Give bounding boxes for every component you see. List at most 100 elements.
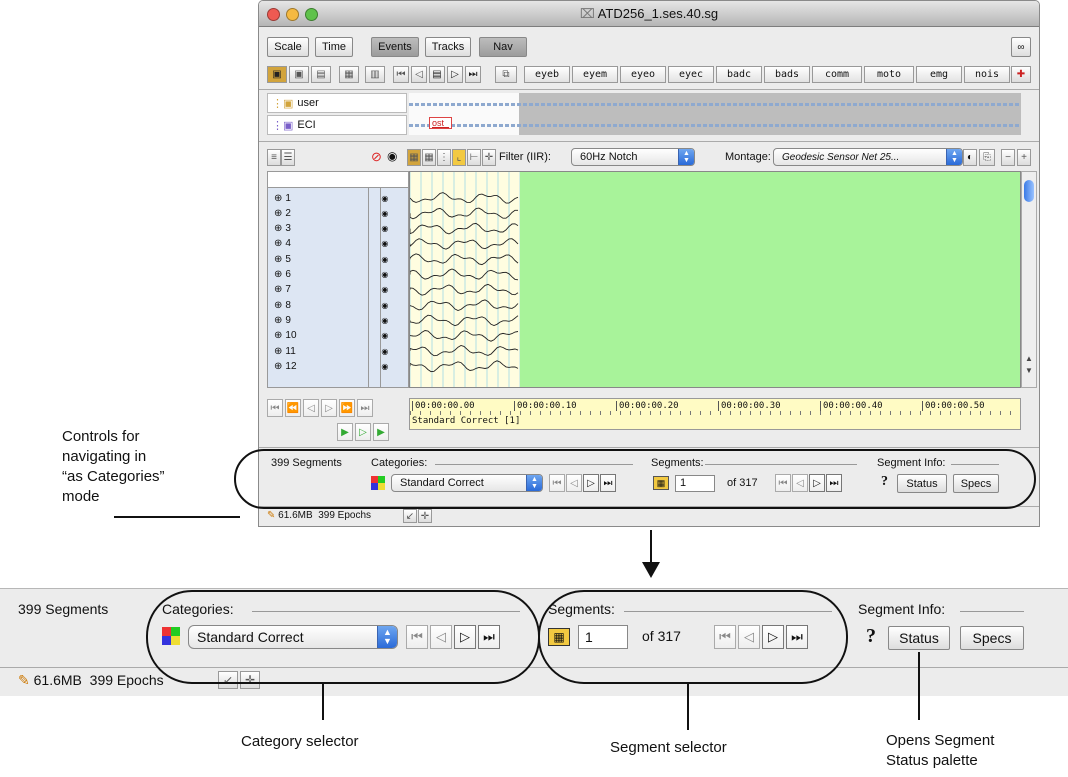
zoom-status-button[interactable]: Status: [888, 626, 950, 650]
channel-row[interactable]: ⊕ 10 ◉: [274, 330, 404, 342]
forward-icon[interactable]: ▷: [321, 399, 337, 417]
channel-visibility-icon[interactable]: ◉: [381, 285, 388, 294]
channel-row[interactable]: ⊕ 8 ◉: [274, 299, 404, 311]
zoom-help-icon[interactable]: ?: [866, 625, 876, 648]
montage-select[interactable]: Geodesic Sensor Net 25... ▲ ▼: [773, 148, 963, 166]
edit-event-icon[interactable]: ▣: [289, 66, 309, 83]
current-event-icon[interactable]: ▤: [429, 66, 445, 83]
event-marker-icon[interactable]: ✚: [1011, 66, 1031, 83]
no-entry-icon[interactable]: ⊘: [371, 149, 382, 165]
list-view-alt-icon[interactable]: ☰: [281, 149, 295, 166]
eeg-plot-area[interactable]: [409, 171, 1021, 388]
channel-row[interactable]: ⊕ 11 ◉: [274, 345, 404, 357]
channel-visibility-icon[interactable]: ◉: [381, 301, 388, 310]
event-code-comm[interactable]: comm: [812, 66, 862, 83]
event-code-emg[interactable]: emg: [916, 66, 962, 83]
step-back-icon[interactable]: ⏪: [285, 399, 301, 417]
channel-label: 3: [285, 223, 291, 235]
event-code-eyeo[interactable]: eyeo: [620, 66, 666, 83]
tab-scale[interactable]: Scale: [267, 37, 309, 57]
event-code-badc[interactable]: badc: [716, 66, 762, 83]
grid-icon[interactable]: ▦: [407, 149, 421, 166]
channel-visibility-icon[interactable]: ◉: [381, 362, 388, 371]
channel-visibility-icon[interactable]: ◉: [381, 331, 388, 340]
channel-visibility-icon[interactable]: ◉: [381, 209, 388, 218]
track-eci[interactable]: ⋮▣ ECI: [267, 115, 407, 135]
segment-leader-line: [687, 684, 689, 730]
event-code-eyem[interactable]: eyem: [572, 66, 618, 83]
tab-time[interactable]: Time: [315, 37, 353, 57]
channel-row[interactable]: ⊕ 9 ◉: [274, 314, 404, 326]
zoom-out-icon[interactable]: −: [1001, 149, 1015, 166]
channel-visibility-icon[interactable]: ◉: [381, 255, 388, 264]
play-reverse-icon[interactable]: ▷: [355, 423, 371, 441]
tab-nav[interactable]: Nav: [479, 37, 527, 57]
channel-row[interactable]: ⊕ 5 ◉: [274, 253, 404, 265]
crosshair-icon[interactable]: ✛: [482, 149, 496, 166]
montage-settings-icon[interactable]: ◐: [963, 149, 977, 166]
next-event-icon[interactable]: ▷: [447, 66, 463, 83]
channel-visibility-icon[interactable]: ◉: [381, 239, 388, 248]
add-event-icon[interactable]: ▣: [267, 66, 287, 83]
channel-row[interactable]: ⊕ 4 ◉: [274, 238, 404, 250]
event-code-eyec[interactable]: eyec: [668, 66, 714, 83]
last-event-icon[interactable]: ⏭: [465, 66, 481, 83]
prev-event-icon[interactable]: ◁: [411, 66, 427, 83]
play-icon[interactable]: ▶: [337, 423, 353, 441]
copy-menu-icon[interactable]: ⧉: [495, 66, 517, 83]
tab-events[interactable]: Events: [371, 37, 419, 57]
channel-visibility-icon[interactable]: ◉: [381, 347, 388, 356]
back-icon[interactable]: ◁: [303, 399, 319, 417]
event-marker[interactable]: ost_: [429, 117, 453, 129]
marker-tool-icon[interactable]: ⌞: [452, 149, 466, 166]
tab-tracks[interactable]: Tracks: [425, 37, 471, 57]
title-bar: ⌧ ATD256_1.ses.40.sg: [259, 1, 1039, 27]
channel-row[interactable]: ⊕ 6 ◉: [274, 269, 404, 281]
epochs-count: 399 Epochs: [318, 510, 372, 521]
rewind-start-icon[interactable]: ⏮: [267, 399, 283, 417]
forward-end-icon[interactable]: ⏭: [357, 399, 373, 417]
event-code-nois[interactable]: nois: [964, 66, 1010, 83]
export-icon[interactable]: ▦: [339, 66, 359, 83]
eye-icon[interactable]: ◉: [387, 149, 397, 163]
scroll-down-icon[interactable]: ▼: [1025, 366, 1033, 375]
event-code-bads[interactable]: bads: [764, 66, 810, 83]
channel-visibility-icon[interactable]: ◉: [381, 316, 388, 325]
scale-icon[interactable]: ⋮: [437, 149, 451, 166]
scroll-thumb[interactable]: [1024, 180, 1034, 202]
zoom-specs-button[interactable]: Specs: [960, 626, 1024, 650]
event-track-area[interactable]: ost_: [409, 93, 1021, 135]
grid-alt-icon[interactable]: ▦: [422, 149, 436, 166]
channel-visibility-icon[interactable]: ◉: [381, 194, 388, 203]
event-code-eyeb[interactable]: eyeb: [524, 66, 570, 83]
baseline-icon[interactable]: ⊢: [467, 149, 481, 166]
event-list-icon[interactable]: ▤: [311, 66, 331, 83]
channel-row[interactable]: ⊕ 1 ◉: [274, 192, 404, 204]
channel-label: 4: [285, 238, 291, 250]
channel-row[interactable]: ⊕ 2 ◉: [274, 207, 404, 219]
channel-row[interactable]: ⊕ 7 ◉: [274, 284, 404, 296]
filter-select[interactable]: 60Hz Notch ▲ ▼: [571, 148, 695, 166]
timeline-ruler[interactable]: Standard Correct [1] 00:00:00.00 00:00:00…: [409, 398, 1021, 430]
channel-visibility-icon[interactable]: ◉: [381, 270, 388, 279]
vertical-scrollbar[interactable]: ▲ ▼: [1021, 171, 1037, 388]
timeline-tick: 00:00:00.30: [718, 401, 781, 411]
table-icon[interactable]: ▥: [365, 66, 385, 83]
channel-row[interactable]: ⊕ 3 ◉: [274, 223, 404, 235]
scroll-up-icon[interactable]: ▲: [1025, 354, 1033, 363]
channel-list: ⊕ 1 ◉ ⊕ 2 ◉ ⊕ 3 ◉ ⊕ 4 ◉ ⊕ 5 ◉ ⊕ 6 ◉ ⊕ 7 ◉ ⊕ 8 ◉ ⊕ 9 ◉ ⊕ 10 ◉ ⊕ 11 ◉ ⊕ 12 ◉: [267, 171, 409, 388]
first-event-icon[interactable]: ⏮: [393, 66, 409, 83]
track-user[interactable]: ⋮▣ user: [267, 93, 407, 113]
play-loop-icon[interactable]: ▶: [373, 423, 389, 441]
channel-visibility-icon[interactable]: ◉: [381, 224, 388, 233]
link-icon[interactable]: ∞: [1011, 37, 1031, 57]
timer-icon[interactable]: ↙: [403, 509, 417, 523]
channel-row[interactable]: ⊕ 12 ◉: [274, 360, 404, 372]
channel-search-input[interactable]: [268, 172, 408, 188]
step-forward-icon[interactable]: ⏩: [339, 399, 355, 417]
zoom-in-icon[interactable]: +: [1017, 149, 1031, 166]
montage-edit-icon[interactable]: ⎘: [979, 149, 995, 166]
crosshair-status-icon[interactable]: ✛: [418, 509, 432, 523]
event-code-moto[interactable]: moto: [864, 66, 914, 83]
list-view-icon[interactable]: ≡: [267, 149, 281, 166]
